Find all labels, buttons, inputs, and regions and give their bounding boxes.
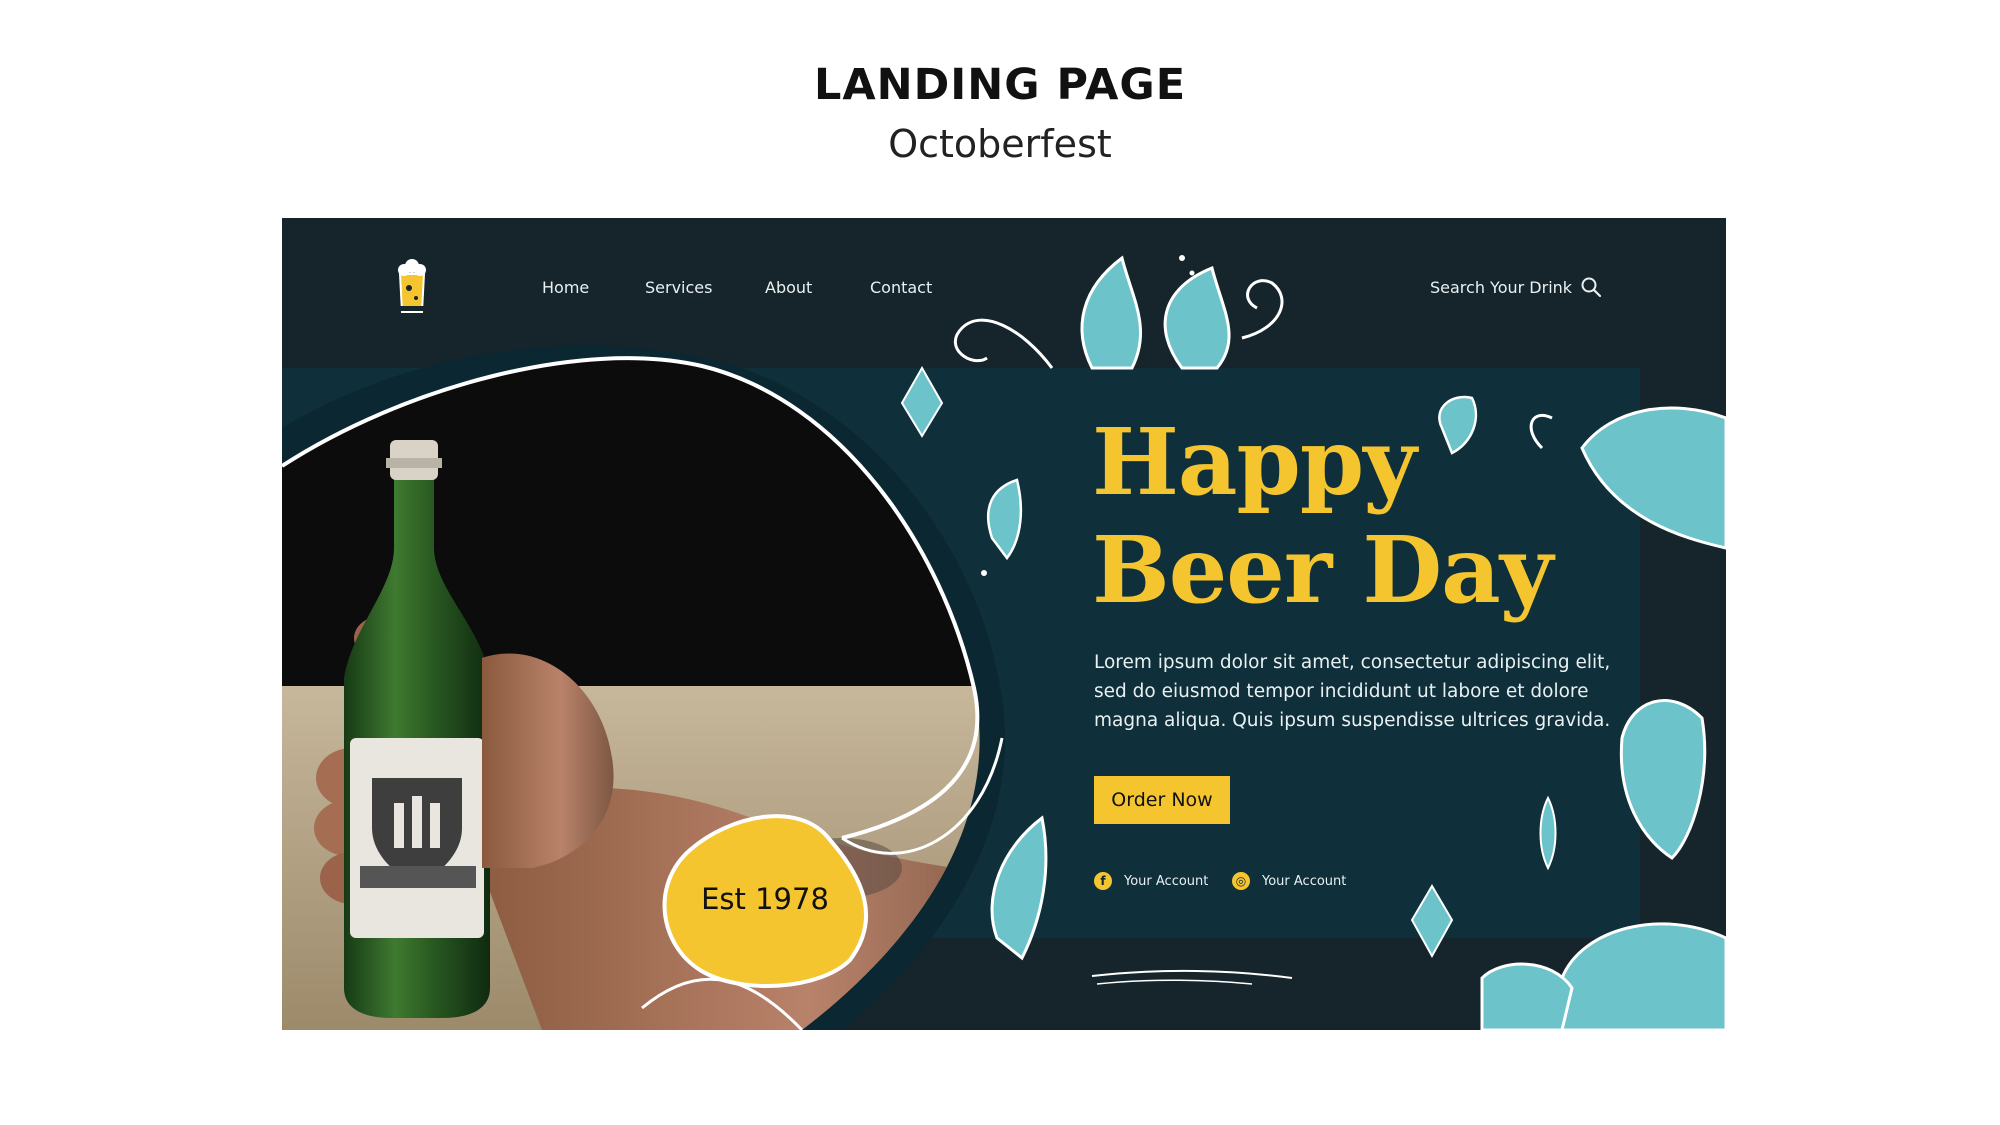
hero-title: Happy Beer Day xyxy=(1092,408,1553,624)
social-facebook[interactable]: f Your Account xyxy=(1094,872,1208,890)
page: LANDING PAGE Octoberfest Est 1978 Home S… xyxy=(0,0,2000,1125)
social-instagram-label: Your Account xyxy=(1262,873,1347,889)
hero-section: Est 1978 Home Services About Contact Sea… xyxy=(282,218,1726,1030)
top-leaf-cluster-icon xyxy=(1080,255,1231,370)
decorative-leaves xyxy=(900,255,1726,1030)
hero-title-line1: Happy xyxy=(1092,408,1417,516)
instagram-icon: ◎ xyxy=(1232,872,1250,890)
order-now-button[interactable]: Order Now xyxy=(1094,776,1230,824)
hero-title-line2: Beer Day xyxy=(1092,516,1553,624)
facebook-icon: f xyxy=(1094,872,1112,890)
social-instagram[interactable]: ◎ Your Account xyxy=(1232,872,1346,890)
social-facebook-label: Your Account xyxy=(1124,873,1209,889)
page-subheading: Octoberfest xyxy=(888,122,1112,166)
hero-description: Lorem ipsum dolor sit amet, consectetur … xyxy=(1094,652,1611,731)
page-heading: LANDING PAGE xyxy=(813,60,1187,110)
